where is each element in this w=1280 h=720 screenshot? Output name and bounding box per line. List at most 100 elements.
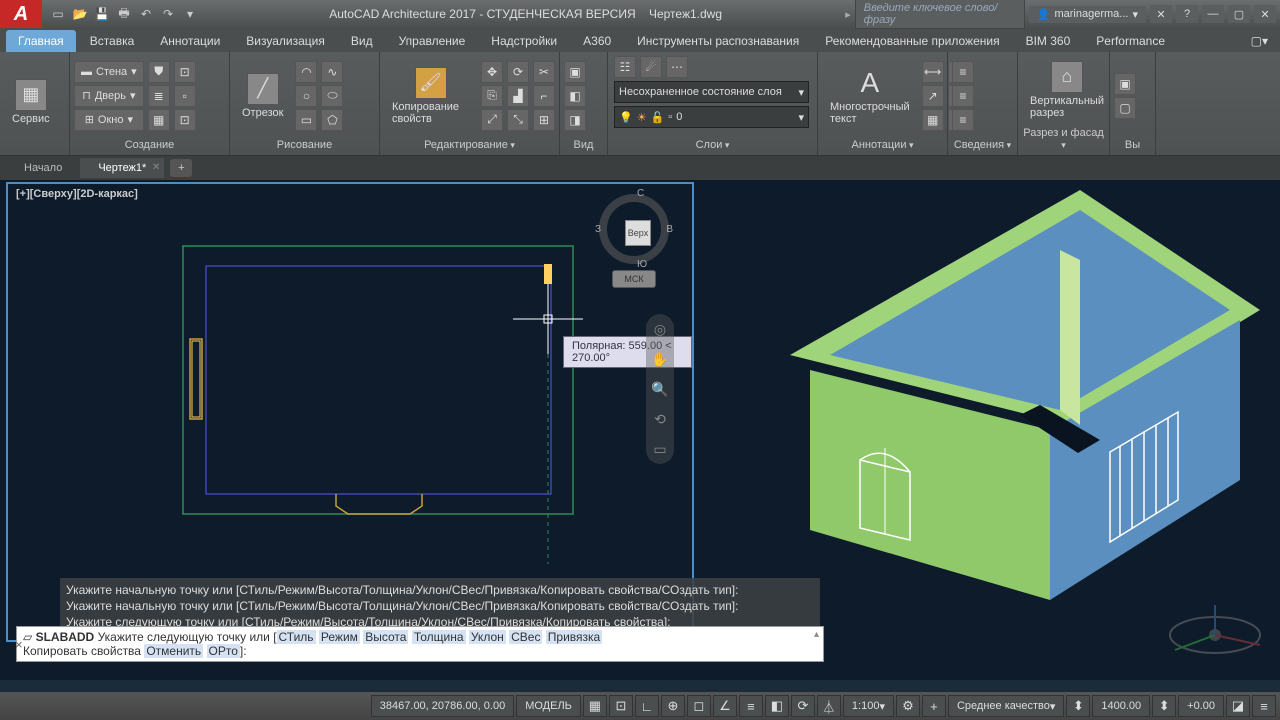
- mtext-button[interactable]: AМногострочный текст: [822, 63, 918, 129]
- minimize-icon[interactable]: —: [1202, 5, 1224, 23]
- ribbon-collapse-icon[interactable]: ▢▾: [1239, 30, 1280, 52]
- qat-more-icon[interactable]: ▾: [180, 4, 200, 24]
- print-icon[interactable]: 🖶: [114, 4, 134, 24]
- tab-performance[interactable]: Performance: [1084, 30, 1177, 52]
- roof-icon[interactable]: ⛊: [148, 61, 170, 83]
- layeriso-icon[interactable]: ☄: [640, 56, 662, 78]
- panel-info[interactable]: Сведения: [952, 137, 1013, 153]
- space-toggle[interactable]: МОДЕЛЬ: [516, 695, 581, 717]
- annoscale-icon[interactable]: ⏃: [817, 695, 841, 717]
- table-icon[interactable]: ▦: [922, 109, 944, 131]
- tool1-icon[interactable]: ⊡: [174, 61, 196, 83]
- showmotion-icon[interactable]: ▭: [649, 438, 671, 460]
- exchange-icon[interactable]: ✕: [1150, 5, 1172, 23]
- plus-icon[interactable]: +: [922, 695, 946, 717]
- redo-icon[interactable]: ↷: [158, 4, 178, 24]
- lineweight-toggle-icon[interactable]: ≡: [739, 695, 763, 717]
- osnap-toggle-icon[interactable]: ◻: [687, 695, 711, 717]
- rotate-icon[interactable]: ⟳: [507, 61, 529, 83]
- tab-featured[interactable]: Рекомендованные приложения: [813, 30, 1011, 52]
- wall-button[interactable]: ▬ Стена ▾: [74, 61, 144, 83]
- rect-icon[interactable]: ▭: [295, 109, 317, 131]
- circle-icon[interactable]: ○: [295, 85, 317, 107]
- leader-icon[interactable]: ↗: [922, 85, 944, 107]
- clip1-icon[interactable]: ▣: [1114, 73, 1136, 95]
- dim-icon[interactable]: ⟷: [922, 61, 944, 83]
- panel-edit[interactable]: Редактирование: [384, 137, 555, 153]
- cycling-icon[interactable]: ⟳: [791, 695, 815, 717]
- tab-render[interactable]: Визуализация: [234, 30, 337, 52]
- view2-icon[interactable]: ◧: [564, 85, 586, 107]
- panel-anno[interactable]: Аннотации: [822, 137, 943, 153]
- quality-combo[interactable]: Среднее качество ▾: [948, 695, 1064, 717]
- panel-view[interactable]: Вид: [564, 137, 603, 153]
- info2-icon[interactable]: ≡: [952, 85, 974, 107]
- arc-icon[interactable]: ◠: [295, 61, 317, 83]
- view3-icon[interactable]: ◨: [564, 109, 586, 131]
- polar-toggle-icon[interactable]: ⊕: [661, 695, 685, 717]
- command-line[interactable]: × ▱ SLABADD Укажите следующую точку или …: [16, 626, 824, 662]
- view1-icon[interactable]: ▣: [564, 61, 586, 83]
- move-icon[interactable]: ✥: [481, 61, 503, 83]
- array-icon[interactable]: ⊞: [533, 109, 555, 131]
- stretch-icon[interactable]: ⤢: [481, 109, 503, 131]
- search-input[interactable]: Введите ключевое слово/фразу: [855, 0, 1025, 29]
- stair-icon[interactable]: ≣: [148, 85, 170, 107]
- drawing-area[interactable]: [+][Сверху][2D-каркас] Полярная: 559.00 …: [0, 180, 1280, 680]
- layerprops-icon[interactable]: ☷: [614, 56, 636, 78]
- ellipse-icon[interactable]: ⬭: [321, 85, 343, 107]
- zoom-icon[interactable]: 🔍: [649, 378, 671, 400]
- matchprop-button[interactable]: 🖌Копирование свойств: [384, 63, 477, 129]
- service-button[interactable]: ▦Сервис: [4, 75, 58, 129]
- tab-home[interactable]: Главная: [6, 30, 76, 52]
- tool3-icon[interactable]: ⊡: [174, 109, 196, 131]
- value2-readout[interactable]: +0.00: [1178, 695, 1224, 717]
- grid-toggle-icon[interactable]: ▦: [583, 695, 607, 717]
- tab-addins[interactable]: Надстройки: [479, 30, 569, 52]
- spline-icon[interactable]: ∿: [321, 61, 343, 83]
- panel-draw[interactable]: Рисование: [234, 137, 375, 153]
- info1-icon[interactable]: ≡: [952, 61, 974, 83]
- copy-icon[interactable]: ⎘: [481, 85, 503, 107]
- layer-current-combo[interactable]: 💡☀🔓▫ 0▾: [614, 106, 809, 128]
- cmdline-close-icon[interactable]: ×: [15, 637, 29, 651]
- tab-drawing1[interactable]: Чертеж1*✕: [80, 158, 164, 178]
- viewcube[interactable]: С Ю З В Верх МСК: [594, 194, 674, 294]
- grid-icon[interactable]: ▦: [148, 109, 170, 131]
- new-icon[interactable]: ▭: [48, 4, 68, 24]
- snap-toggle-icon[interactable]: ⊡: [609, 695, 633, 717]
- scale-icon[interactable]: ⤡: [507, 109, 529, 131]
- line-button[interactable]: ╱Отрезок: [234, 69, 291, 123]
- fillet-icon[interactable]: ⌐: [533, 85, 555, 107]
- layermore-icon[interactable]: ⋯: [666, 56, 688, 78]
- customize-icon[interactable]: ≡: [1252, 695, 1276, 717]
- help-icon[interactable]: ?: [1176, 5, 1198, 23]
- save-icon[interactable]: 💾: [92, 4, 112, 24]
- orbit-icon[interactable]: ⟲: [649, 408, 671, 430]
- ortho-toggle-icon[interactable]: ∟: [635, 695, 659, 717]
- app-logo[interactable]: A: [0, 0, 42, 28]
- panel-layers[interactable]: Слои: [612, 137, 813, 153]
- wheel-icon[interactable]: ◎: [649, 318, 671, 340]
- user-account[interactable]: 👤 marinagerma... ▾: [1029, 6, 1146, 23]
- gear-icon[interactable]: ⚙: [896, 695, 920, 717]
- open-icon[interactable]: 📂: [70, 4, 90, 24]
- tab-view[interactable]: Вид: [339, 30, 385, 52]
- door-button[interactable]: ⊓ Дверь ▾: [74, 85, 144, 107]
- window-button[interactable]: ⊞ Окно ▾: [74, 109, 144, 131]
- iso-icon[interactable]: ◪: [1226, 695, 1250, 717]
- tab-recognition[interactable]: Инструменты распознавания: [625, 30, 811, 52]
- viewcube-face[interactable]: Верх: [625, 220, 651, 246]
- elev2-icon[interactable]: ⬍: [1152, 695, 1176, 717]
- layer-state-combo[interactable]: Несохраненное состояние слоя▾: [614, 81, 809, 103]
- tab-add-icon[interactable]: +: [170, 159, 192, 177]
- undo-icon[interactable]: ↶: [136, 4, 156, 24]
- panel-section[interactable]: Разрез и фасад: [1022, 125, 1105, 153]
- pan-icon[interactable]: ✋: [649, 348, 671, 370]
- tab-start[interactable]: Начало: [6, 158, 80, 178]
- viewport-2d[interactable]: [+][Сверху][2D-каркас] Полярная: 559.00 …: [6, 182, 694, 642]
- scale-combo[interactable]: 1:100 ▾: [843, 695, 894, 717]
- elev-icon[interactable]: ⬍: [1066, 695, 1090, 717]
- maximize-icon[interactable]: ▢: [1228, 5, 1250, 23]
- panel-create[interactable]: Создание: [74, 137, 225, 153]
